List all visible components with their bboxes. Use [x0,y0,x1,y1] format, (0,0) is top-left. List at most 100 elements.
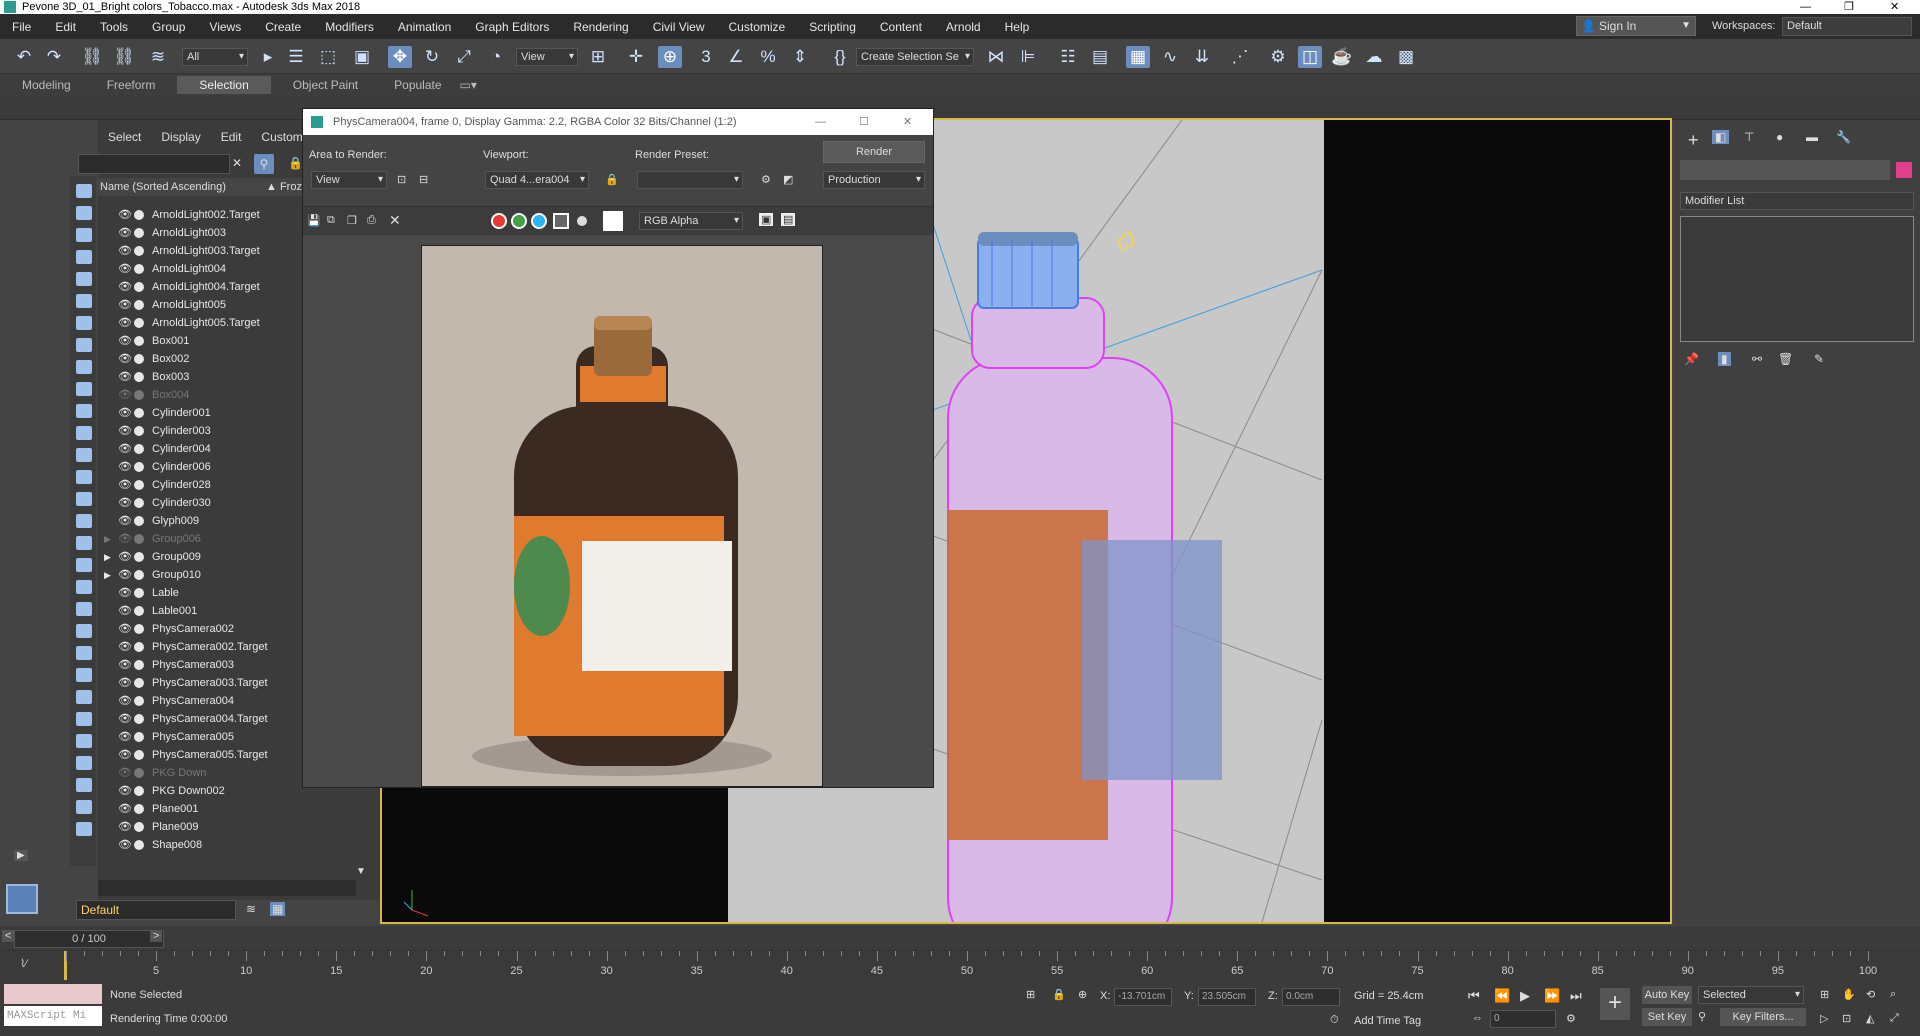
undo-icon[interactable]: ↶ [12,46,36,68]
placement-icon[interactable]: ◔ [484,46,508,68]
scroll-down-icon[interactable]: ▼ [356,866,366,878]
edit-named-sets-icon[interactable]: {} [828,46,852,68]
visibility-eye-icon[interactable]: 👁 [118,314,132,332]
display-filter-icon[interactable] [76,272,92,286]
display-filter-icon[interactable] [76,646,92,660]
key-mode-icon[interactable]: ⇔ [1472,1012,1483,1024]
maxscript-mini-listener-input[interactable]: MAXScript Mi [4,1006,102,1026]
visibility-eye-icon[interactable]: 👁 [118,800,132,818]
prev-frame-icon[interactable]: < [2,930,15,942]
explorer-menu-select[interactable]: Select [98,130,151,144]
percent-snap-icon[interactable]: % [756,46,780,68]
save-image-icon[interactable]: 💾 [307,214,321,227]
display-filter-icon[interactable] [76,734,92,748]
key-set-select[interactable]: Selected [1698,986,1804,1004]
visibility-eye-icon[interactable]: 👁 [118,548,132,566]
display-filter-icon[interactable] [76,184,92,198]
table-row[interactable]: 👁 Plane009 [98,818,358,836]
display-tab-icon[interactable]: ▬ [1806,130,1818,144]
visibility-eye-icon[interactable]: 👁 [118,260,132,278]
scene-explorer-icon[interactable]: ▦ [1126,46,1150,68]
keyboard-shortcut-icon[interactable]: ⊕ [658,46,682,68]
material-editor-icon[interactable]: ⋰ [1228,46,1252,68]
zoom-region-icon[interactable]: ⊡ [1842,1012,1851,1025]
bind-spacewarp-icon[interactable]: ≋ [146,46,170,68]
display-filter-icon[interactable] [76,800,92,814]
menu-animation[interactable]: Animation [386,20,463,34]
explorer-menu-edit[interactable]: Edit [211,130,252,144]
environment-icon[interactable]: ◩ [783,173,793,186]
utilities-tab-icon[interactable]: 🔧 [1836,130,1851,144]
blue-channel-icon[interactable] [531,213,547,229]
menu-create[interactable]: Create [253,20,313,34]
green-channel-icon[interactable] [511,213,527,229]
named-selection-select[interactable]: Create Selection Se [856,48,974,66]
explorer-horizontal-scrollbar[interactable] [98,880,356,896]
viewport-lock-icon[interactable]: 🔒 [605,173,619,186]
make-unique-icon[interactable]: ⚯ [1752,352,1762,366]
print-icon[interactable]: ⎙ [367,214,376,227]
tab-modeling[interactable]: Modeling [8,78,85,92]
toggle-ui-icon[interactable]: ▣ [759,213,774,226]
menu-tools[interactable]: Tools [88,20,140,34]
set-key-big-icon[interactable]: + [1600,988,1630,1020]
pan-icon[interactable]: ✋ [1842,988,1856,1001]
rect-selection-icon[interactable]: ⬚ [316,46,340,68]
display-filter-icon[interactable] [76,822,92,836]
curve-editor-icon[interactable]: ∿ [1158,46,1182,68]
display-filter-icon[interactable] [76,602,92,616]
display-filter-icon[interactable] [76,338,92,352]
redo-icon[interactable]: ↷ [42,46,66,68]
display-filter-icon[interactable] [76,206,92,220]
menu-help[interactable]: Help [993,20,1042,34]
display-filter-icon[interactable] [76,294,92,308]
snap-3d-icon[interactable]: 3 [694,46,718,68]
next-key-icon[interactable]: ⏩ [1544,988,1560,1004]
visibility-eye-icon[interactable]: 👁 [118,782,132,800]
render-close-icon[interactable]: ✕ [903,109,912,135]
visibility-eye-icon[interactable]: 👁 [118,818,132,836]
visibility-eye-icon[interactable]: 👁 [118,350,132,368]
reference-coord-select[interactable]: View [516,48,578,66]
select-by-name-icon[interactable]: ☰ [284,46,308,68]
visibility-eye-icon[interactable]: 👁 [118,494,132,512]
maximize-icon[interactable]: ❐ [1844,0,1854,14]
align-icon[interactable]: ⊫ [1016,46,1040,68]
channel-select[interactable]: RGB Alpha [639,212,743,230]
ribbon-toggle-icon[interactable]: ▤ [1088,46,1112,68]
display-filter-icon[interactable] [76,536,92,550]
show-end-result-icon[interactable]: ▮ [1718,352,1731,366]
menu-views[interactable]: Views [197,20,253,34]
display-filter-icon[interactable] [76,382,92,396]
pivot-icon[interactable]: ⊞ [586,46,610,68]
visibility-eye-icon[interactable]: 👁 [118,746,132,764]
table-row[interactable]: 👁 Shape008 [98,836,358,854]
display-filter-icon[interactable] [76,712,92,726]
time-tag-icon[interactable]: ⏱ [1330,1014,1339,1027]
swatch-icon[interactable] [603,211,623,231]
rendered-frame-icon[interactable]: ◫ [1298,46,1322,68]
filter-icon[interactable]: ⚲ [254,154,274,174]
tab-selection[interactable]: Selection [177,76,271,94]
maxscript-listener-output[interactable] [4,984,102,1004]
display-filter-icon[interactable] [76,514,92,528]
key-filter-mode-icon[interactable]: ⚲ [1698,1010,1706,1023]
table-row[interactable]: 👁 Plane001 [98,800,358,818]
clear-icon[interactable]: ✕ [389,212,401,229]
orbit-icon[interactable]: ⟲ [1866,988,1875,1001]
field-of-view-icon[interactable]: ◭ [1866,1012,1874,1025]
select-manipulate-icon[interactable]: ✛ [624,46,648,68]
current-frame-input[interactable]: 0 [1490,1010,1556,1028]
visibility-eye-icon[interactable]: 👁 [118,422,132,440]
render-preset-select[interactable] [637,171,743,189]
menu-civil-view[interactable]: Civil View [641,20,717,34]
display-filter-icon[interactable] [76,492,92,506]
prev-key-icon[interactable]: ⏪ [1494,988,1510,1004]
menu-group[interactable]: Group [140,20,197,34]
expand-arrow-icon[interactable]: ▶ [104,548,111,566]
visibility-eye-icon[interactable]: 👁 [118,224,132,242]
auto-region-icon[interactable]: ⊟ [419,173,428,186]
schematic-icon[interactable]: ⇊ [1190,46,1214,68]
expand-arrow-icon[interactable]: ▶ [104,566,111,584]
visibility-eye-icon[interactable]: 👁 [118,278,132,296]
